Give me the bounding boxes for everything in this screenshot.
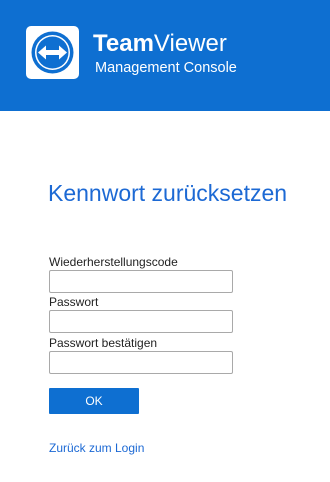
recovery-code-label: Wiederherstellungscode [49, 255, 178, 269]
brand-name: TeamViewer [93, 30, 227, 58]
page-title: Kennwort zurücksetzen [48, 180, 288, 206]
brand-subtitle: Management Console [95, 60, 237, 76]
recovery-code-input[interactable] [49, 270, 233, 293]
app-header: TeamViewer Management Console [0, 0, 330, 111]
password-input[interactable] [49, 310, 233, 333]
password-label: Passwort [49, 295, 99, 309]
confirm-password-input[interactable] [49, 351, 233, 374]
teamviewer-arrows-icon [31, 31, 74, 74]
ok-button[interactable]: OK [49, 388, 139, 414]
brand-name-bold: Team [93, 30, 154, 57]
teamviewer-logo [26, 26, 79, 79]
confirm-password-label: Passwort bestätigen [49, 336, 158, 350]
back-to-login-link[interactable]: Zurück zum Login [49, 441, 144, 455]
brand-name-regular: Viewer [153, 30, 227, 57]
